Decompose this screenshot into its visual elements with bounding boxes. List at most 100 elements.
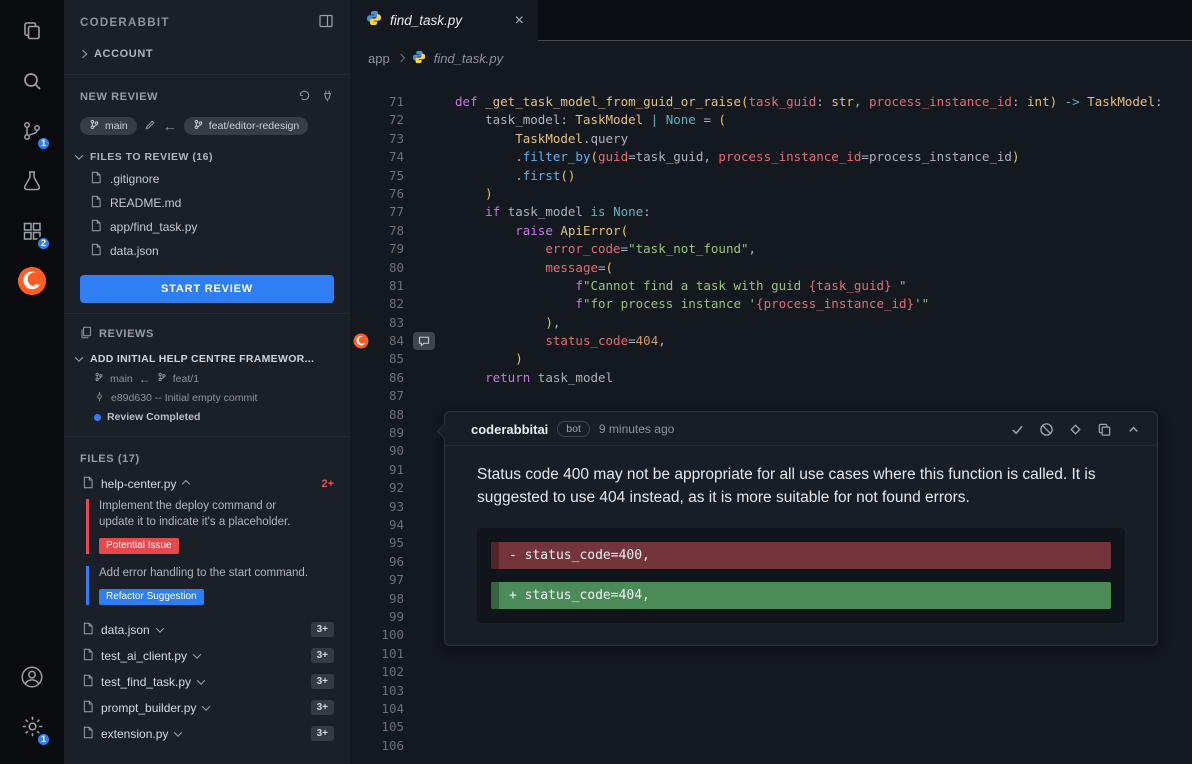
extensions-button[interactable]: 2 bbox=[0, 208, 64, 258]
divider bbox=[64, 436, 350, 437]
compare-branch-pill[interactable]: feat/editor-redesign bbox=[184, 117, 308, 135]
line-number: 81 bbox=[372, 277, 404, 295]
chevron-right-icon bbox=[396, 54, 404, 62]
suggestion-icon[interactable] bbox=[1068, 422, 1083, 437]
code-line: 77 if task_model is None: bbox=[350, 203, 1192, 221]
files-to-review-list: .gitignoreREADME.mdapp/find_task.pydata.… bbox=[64, 167, 350, 263]
line-number: 96 bbox=[372, 553, 404, 571]
gutter-decoration bbox=[350, 387, 372, 405]
line-number: 83 bbox=[372, 314, 404, 332]
code-line: 87 bbox=[350, 387, 1192, 405]
file-comment-refactor[interactable]: Add error handling to the start command.… bbox=[86, 566, 334, 605]
file-comment-issue[interactable]: Implement the deploy command or update i… bbox=[86, 499, 334, 554]
coderabbit-line-marker-icon[interactable] bbox=[350, 332, 372, 350]
breadcrumb-file[interactable]: find_task.py bbox=[434, 51, 503, 66]
chevron-down-icon bbox=[202, 702, 210, 710]
file-row[interactable]: test_ai_client.py3+ bbox=[64, 643, 350, 669]
collapse-icon[interactable] bbox=[1126, 422, 1141, 437]
breadcrumb[interactable]: app find_task.py bbox=[350, 41, 1192, 75]
start-review-button[interactable]: START REVIEW bbox=[80, 275, 334, 303]
file-row[interactable]: test_find_task.py3+ bbox=[64, 669, 350, 695]
gutter-glyph bbox=[404, 240, 442, 258]
file-icon bbox=[90, 243, 102, 259]
code-line: 106 bbox=[350, 737, 1192, 755]
code-text: def _get_task_model_from_guid_or_raise(t… bbox=[442, 93, 1163, 111]
account-icon bbox=[19, 664, 45, 695]
code-line: 102 bbox=[350, 663, 1192, 681]
code-text: return task_model bbox=[442, 369, 613, 387]
gutter-decoration bbox=[350, 350, 372, 368]
file-row[interactable]: prompt_builder.py3+ bbox=[64, 695, 350, 721]
code-text: f"Cannot find a task with guid {task_gui… bbox=[442, 277, 907, 295]
gutter-decoration bbox=[350, 203, 372, 221]
testing-button[interactable] bbox=[0, 158, 64, 208]
code-text: error_code="task_not_found", bbox=[442, 240, 756, 258]
base-branch-pill[interactable]: main bbox=[80, 117, 137, 135]
line-number: 93 bbox=[372, 498, 404, 516]
settings-button[interactable]: 1 bbox=[0, 704, 64, 754]
review-commit: e89d630 -- Initial empty commit bbox=[64, 388, 350, 408]
code-line: 78 raise ApiError( bbox=[350, 222, 1192, 240]
gutter-glyph bbox=[404, 663, 442, 681]
coderabbit-logo-icon bbox=[17, 266, 47, 301]
edit-branch-icon[interactable] bbox=[144, 119, 156, 134]
code-text: ), bbox=[442, 314, 560, 332]
file-row[interactable]: data.json3+ bbox=[64, 617, 350, 643]
gutter-decoration bbox=[350, 130, 372, 148]
gutter-decoration bbox=[350, 406, 372, 424]
file-to-review-row[interactable]: data.json bbox=[64, 239, 350, 263]
gutter-decoration bbox=[350, 185, 372, 203]
split-panel-icon[interactable] bbox=[318, 13, 334, 32]
account-section-header[interactable]: ACCOUNT bbox=[64, 40, 350, 70]
sidebar-header: CODERABBIT bbox=[64, 0, 350, 40]
plug-icon[interactable] bbox=[321, 89, 334, 105]
tab-title: find_task.py bbox=[390, 13, 507, 28]
badge: 2 bbox=[36, 236, 51, 251]
tab-find-task[interactable]: find_task.py × bbox=[350, 0, 538, 41]
tab-strip: find_task.py × bbox=[350, 0, 1192, 41]
file-to-review-row[interactable]: app/find_task.py bbox=[64, 215, 350, 239]
copy-icon[interactable] bbox=[1097, 422, 1112, 437]
source-control-button[interactable]: 1 bbox=[0, 108, 64, 158]
search-button[interactable] bbox=[0, 58, 64, 108]
history-icon[interactable] bbox=[298, 89, 311, 105]
breadcrumb-folder[interactable]: app bbox=[368, 51, 390, 66]
gutter-glyph bbox=[404, 516, 442, 534]
comment-count-badge: 3+ bbox=[311, 700, 334, 715]
new-review-section: NEW REVIEW bbox=[64, 79, 350, 111]
diff-block: - status_code=400, + status_code=404, bbox=[477, 528, 1125, 623]
git-branch-icon bbox=[89, 119, 100, 133]
line-number: 91 bbox=[372, 461, 404, 479]
explorer-button[interactable] bbox=[0, 8, 64, 58]
gutter-decoration bbox=[350, 498, 372, 516]
file-row[interactable]: extension.py3+ bbox=[64, 721, 350, 747]
resolve-check-icon[interactable] bbox=[1010, 422, 1025, 437]
line-number: 104 bbox=[372, 700, 404, 718]
close-icon[interactable]: × bbox=[515, 13, 524, 29]
file-icon bbox=[82, 622, 94, 638]
file-to-review-row[interactable]: .gitignore bbox=[64, 167, 350, 191]
review-item[interactable]: ADD INITIAL HELP CENTRE FRAMEWOR... bbox=[64, 346, 350, 369]
gutter-glyph bbox=[404, 498, 442, 516]
file-name: test_find_task.py bbox=[101, 675, 191, 689]
file-to-review-row[interactable]: README.md bbox=[64, 191, 350, 215]
comment-count-badge: 3+ bbox=[311, 622, 334, 637]
coderabbit-button[interactable] bbox=[0, 258, 64, 308]
line-number: 86 bbox=[372, 369, 404, 387]
gutter-decoration bbox=[350, 516, 372, 534]
gutter-glyph bbox=[404, 259, 442, 277]
gutter-glyph bbox=[404, 350, 442, 368]
gutter-decoration bbox=[350, 277, 372, 295]
line-number: 103 bbox=[372, 682, 404, 700]
file-row-expanded[interactable]: help-center.py 2+ bbox=[64, 471, 350, 497]
git-commit-icon bbox=[94, 391, 105, 405]
account-button[interactable] bbox=[0, 654, 64, 704]
gutter-decoration bbox=[350, 571, 372, 589]
code-line: 82 f"for process instance '{process_inst… bbox=[350, 295, 1192, 313]
search-icon bbox=[20, 69, 44, 98]
gutter-glyph bbox=[404, 406, 442, 424]
block-icon[interactable] bbox=[1039, 422, 1054, 437]
files-to-review-header[interactable]: FILES TO REVIEW (16) bbox=[64, 143, 350, 167]
comment-bubble-icon[interactable] bbox=[413, 332, 435, 350]
code-text: ) bbox=[442, 350, 523, 368]
